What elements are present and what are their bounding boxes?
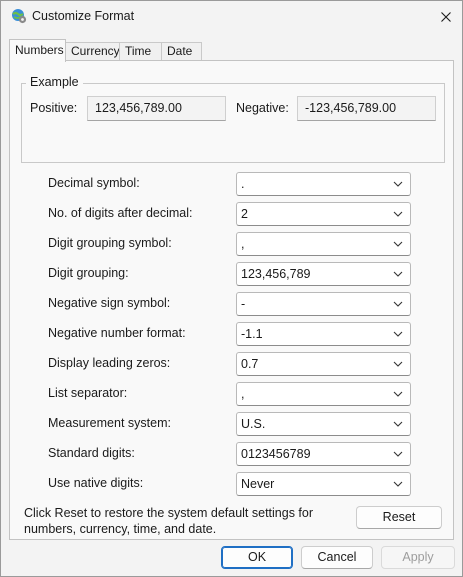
digit-grouping-value: 123,456,789 <box>241 267 311 281</box>
digit-grouping-symbol-value: , <box>241 237 245 251</box>
chevron-down-icon <box>393 241 403 247</box>
decimal-symbol-select[interactable]: . <box>236 172 411 196</box>
chevron-down-icon <box>393 211 403 217</box>
customize-format-dialog: Customize Format Numbers Currency Time D… <box>0 0 463 577</box>
standard-digits-value: 0123456789 <box>241 447 311 461</box>
chevron-down-icon <box>393 331 403 337</box>
cancel-button[interactable]: Cancel <box>301 546 373 569</box>
chevron-down-icon <box>393 421 403 427</box>
digits-after-decimal-value: 2 <box>241 207 248 221</box>
tab-date[interactable]: Date <box>161 42 202 61</box>
chevron-down-icon <box>393 301 403 307</box>
ok-button[interactable]: OK <box>221 546 293 569</box>
negative-number-format-select[interactable]: -1.1 <box>236 322 411 346</box>
digits-after-decimal-select[interactable]: 2 <box>236 202 411 226</box>
chevron-down-icon <box>393 361 403 367</box>
measurement-system-select[interactable]: U.S. <box>236 412 411 436</box>
apply-button[interactable]: Apply <box>381 546 455 569</box>
standard-digits-select[interactable]: 0123456789 <box>236 442 411 466</box>
standard-digits-label: Standard digits: <box>48 446 135 460</box>
leading-zeros-select[interactable]: 0.7 <box>236 352 411 376</box>
digit-grouping-select[interactable]: 123,456,789 <box>236 262 411 286</box>
reset-note-text: Click Reset to restore the system defaul… <box>24 506 314 536</box>
close-icon <box>441 12 451 22</box>
chevron-down-icon <box>393 271 403 277</box>
chevron-down-icon <box>393 481 403 487</box>
negative-example-value: -123,456,789.00 <box>297 96 436 121</box>
native-digits-label: Use native digits: <box>48 476 144 490</box>
digits-after-decimal-label: No. of digits after decimal: <box>48 206 193 220</box>
tab-strip: Numbers Currency Time Date <box>9 39 449 62</box>
negative-number-format-label: Negative number format: <box>48 326 186 340</box>
negative-sign-symbol-label: Negative sign symbol: <box>48 296 171 310</box>
chevron-down-icon <box>393 181 403 187</box>
example-group: Example Positive: 123,456,789.00 Negativ… <box>21 75 445 163</box>
decimal-symbol-label: Decimal symbol: <box>48 176 140 190</box>
negative-sign-symbol-value: - <box>241 297 246 311</box>
measurement-system-label: Measurement system: <box>48 416 171 430</box>
tab-time[interactable]: Time <box>119 42 162 61</box>
negative-sign-symbol-select[interactable]: - <box>236 292 411 316</box>
globe-settings-icon <box>12 9 27 24</box>
list-separator-value: , <box>241 387 245 401</box>
list-separator-label: List separator: <box>48 386 128 400</box>
measurement-system-value: U.S. <box>241 417 266 431</box>
native-digits-value: Never <box>241 477 275 491</box>
negative-number-format-value: -1.1 <box>241 327 263 341</box>
digit-grouping-label: Digit grouping: <box>48 266 129 280</box>
chevron-down-icon <box>393 451 403 457</box>
reset-button[interactable]: Reset <box>356 506 442 529</box>
decimal-symbol-value: . <box>241 177 245 191</box>
chevron-down-icon <box>393 391 403 397</box>
numbers-tab-panel: Example Positive: 123,456,789.00 Negativ… <box>9 60 454 540</box>
digit-grouping-symbol-select[interactable]: , <box>236 232 411 256</box>
leading-zeros-value: 0.7 <box>241 357 259 371</box>
title-bar: Customize Format <box>1 1 462 33</box>
tab-currency[interactable]: Currency <box>65 42 120 61</box>
window-title: Customize Format <box>32 9 135 23</box>
close-button[interactable] <box>431 3 461 31</box>
negative-label: Negative: <box>236 101 289 115</box>
example-group-title: Example <box>26 75 83 89</box>
digit-grouping-symbol-label: Digit grouping symbol: <box>48 236 172 250</box>
leading-zeros-label: Display leading zeros: <box>48 356 171 370</box>
positive-label: Positive: <box>30 101 78 115</box>
list-separator-select[interactable]: , <box>236 382 411 406</box>
tab-numbers[interactable]: Numbers <box>9 39 66 62</box>
native-digits-select[interactable]: Never <box>236 472 411 496</box>
positive-example-value: 123,456,789.00 <box>87 96 226 121</box>
